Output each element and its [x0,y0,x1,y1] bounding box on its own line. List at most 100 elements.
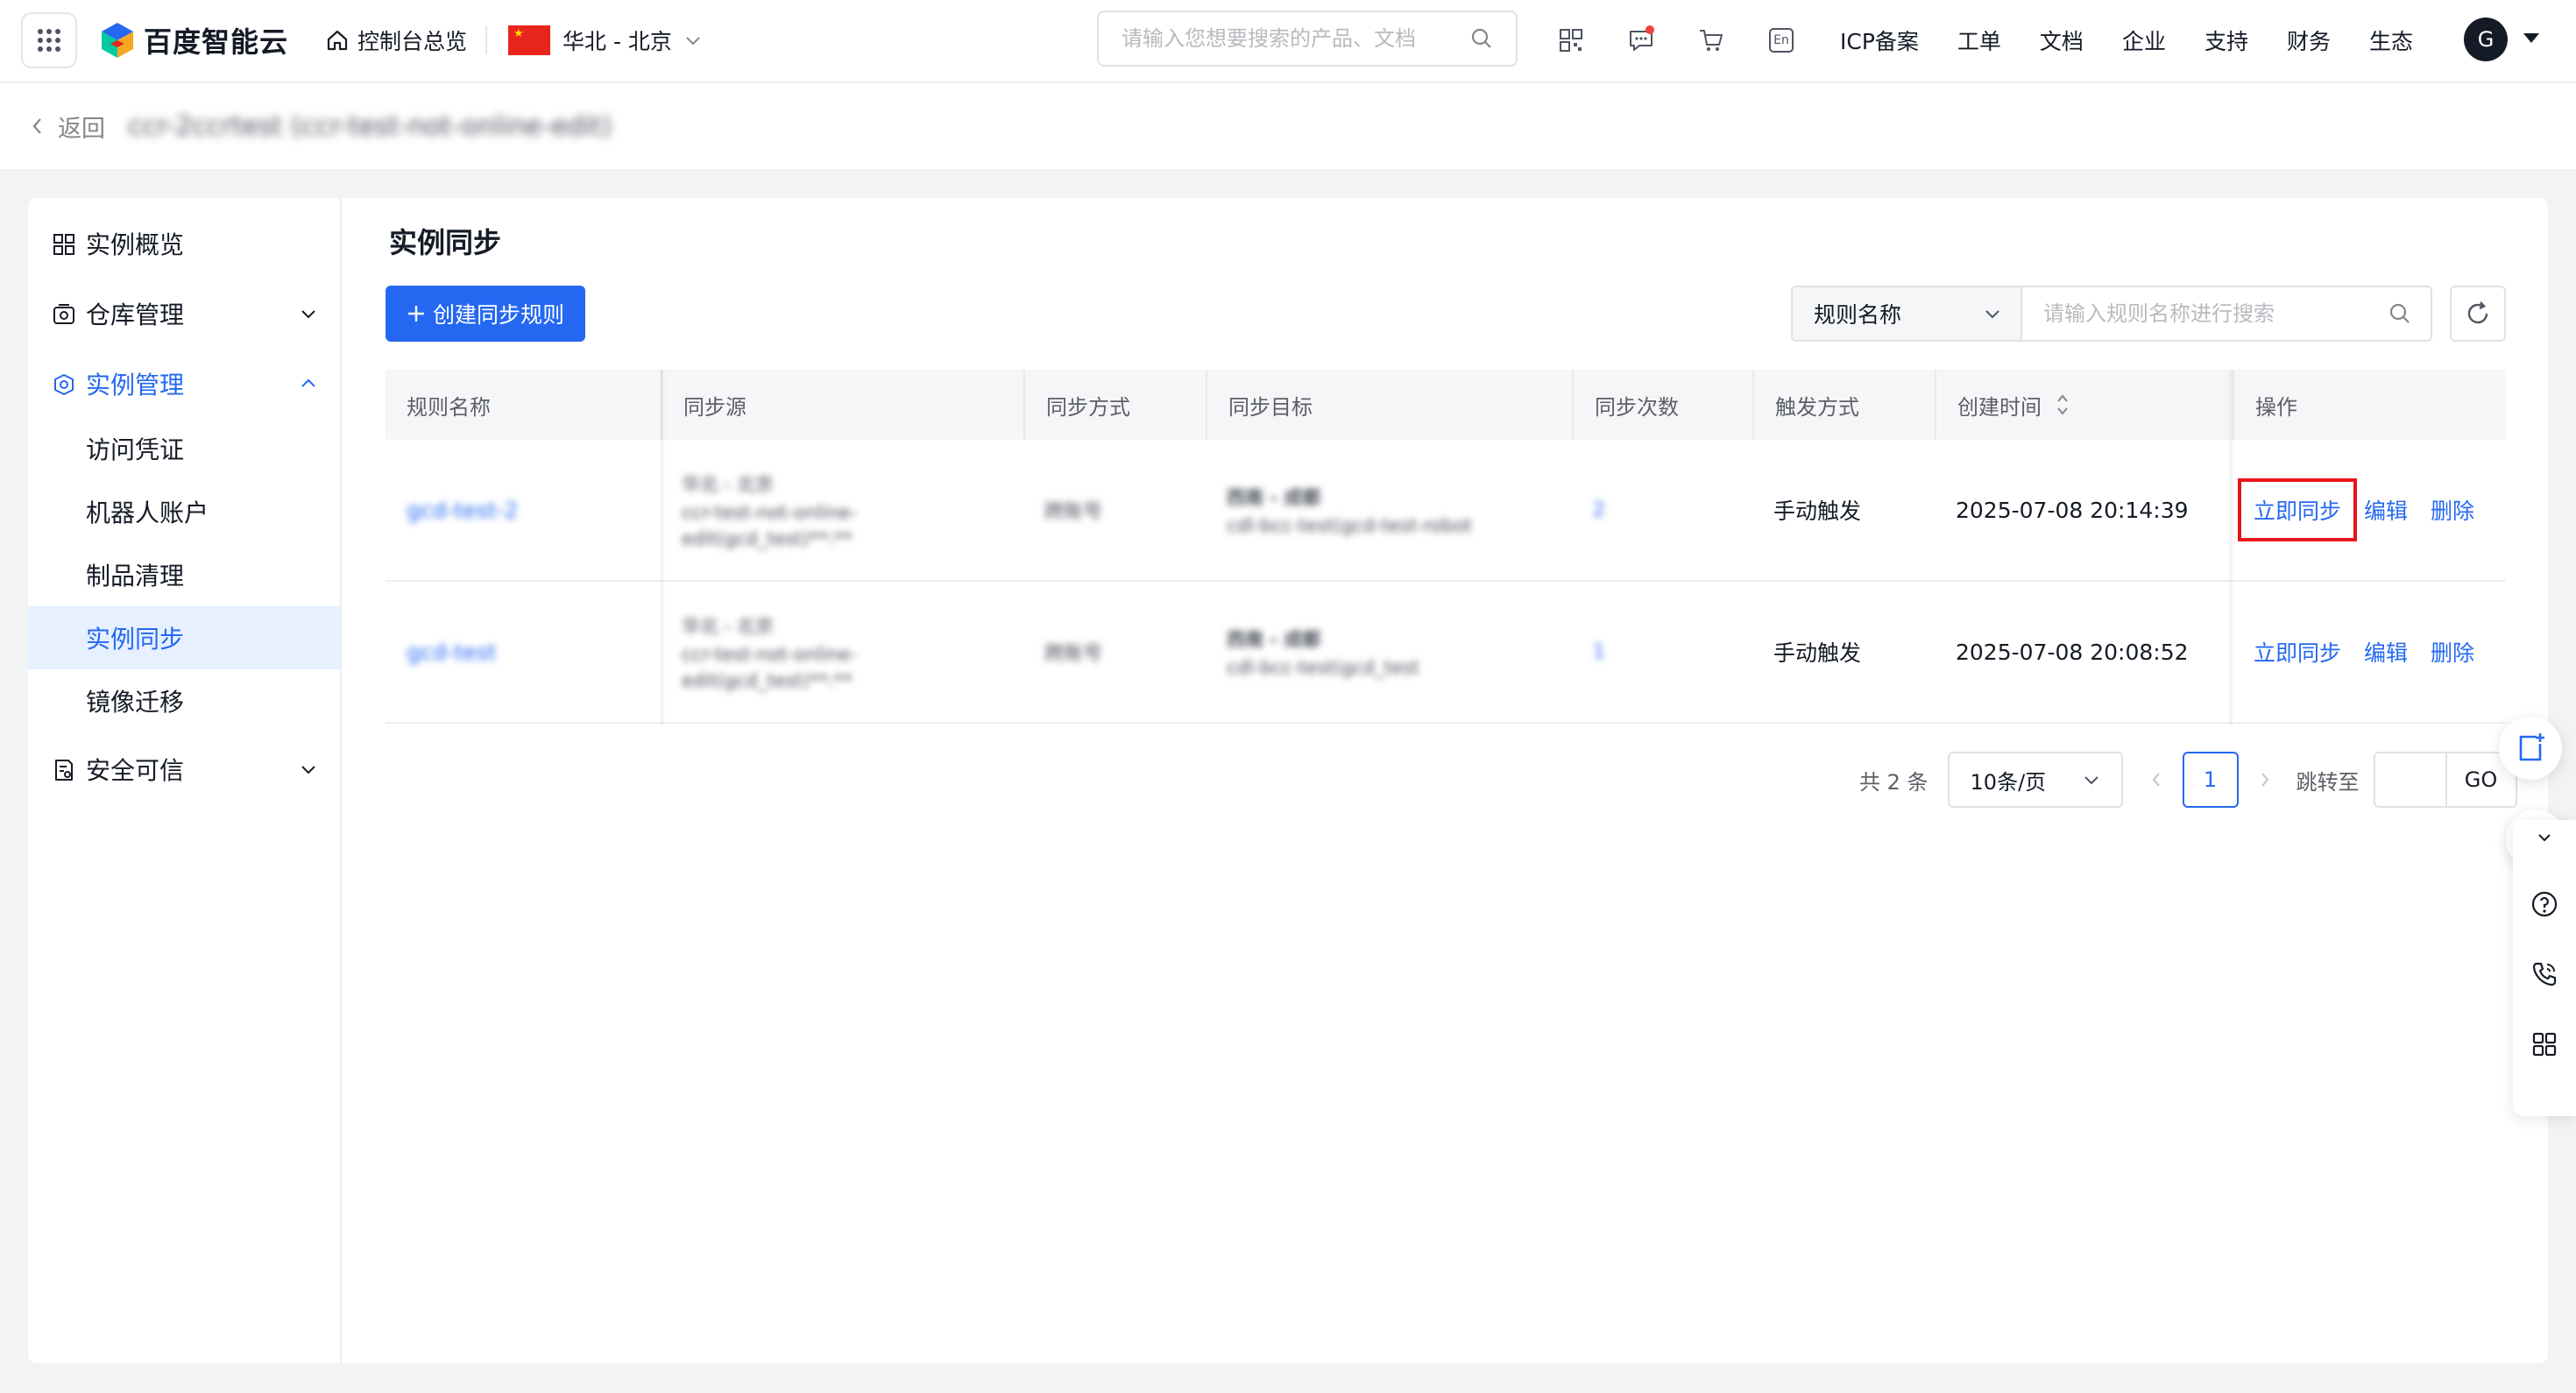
apps-button[interactable] [2513,1013,2576,1076]
sync-method-cell: 跨账号 [1044,643,1103,665]
sidebar-item-label: 实例概览 [86,230,185,259]
page-number-button[interactable]: 1 [2182,752,2239,808]
sidebar-item-label: 实例同步 [86,625,185,654]
refresh-icon [2467,301,2488,324]
create-sync-rule-button[interactable]: 创建同步规则 [386,286,585,342]
region-label: 华北 - 北京 [563,29,672,54]
chevron-left-icon [32,118,41,134]
operations-cell: 立即同步 编辑 删除 [2233,440,2506,580]
column-header-sync-count: 同步次数 [1572,370,1752,440]
top-link-enterprise[interactable]: 企业 [2122,25,2166,56]
rule-name-link[interactable]: gcd-test-2 [386,440,661,580]
sync-now-button[interactable]: 立即同步 [2254,636,2341,668]
sidebar-item-label: 安全可信 [86,756,185,785]
chevron-right-icon [2261,773,2268,787]
jump-label: 跳转至 [2296,769,2360,795]
global-search-input[interactable] [1122,26,1463,51]
edit-button[interactable]: 编辑 [2364,494,2408,526]
top-link-ecosystem[interactable]: 生态 [2369,25,2413,56]
top-link-docs[interactable]: 文档 [2040,25,2084,56]
question-icon [2531,891,2558,917]
document-shield-icon [55,760,73,781]
edit-button[interactable]: 编辑 [2364,636,2408,668]
table-header: 规则名称 同步源 同步方式 同步目标 同步次数 触发方式 创建时间 操作 [386,370,2506,440]
trigger-cell: 手动触发 [1773,640,1862,666]
sidebar-item-artifact-cleanup[interactable]: 制品清理 [28,543,340,606]
sync-target-cell: 西南 - 成都 cdl-bcc-test(gcd-test-robot [1227,487,1472,536]
sidebar-item-access-credentials[interactable]: 访问凭证 [28,417,340,480]
chevron-up-icon [301,378,315,387]
pagination-total: 共 2 条 [1859,769,1928,795]
cart-icon[interactable] [1696,25,1726,55]
column-header-operations: 操作 [2233,370,2506,440]
help-button[interactable] [2513,873,2576,936]
message-icon[interactable] [1626,25,1656,55]
refresh-button[interactable] [2450,286,2506,342]
cube-logo-icon [102,23,133,58]
search-icon[interactable] [2388,302,2411,325]
sidebar-item-repository[interactable]: 仓库管理 [28,282,340,345]
back-button[interactable]: 返回 [30,107,105,145]
grid-dots-icon [38,29,60,52]
console-overview-link[interactable]: 控制台总览 [326,21,467,60]
grid-icon [2532,1032,2557,1057]
sidebar-item-label: 仓库管理 [86,301,185,329]
next-page-button[interactable] [2253,770,2277,789]
avatar[interactable]: G [2464,18,2508,61]
grid-icon [53,234,74,255]
jump-page-input[interactable] [2373,752,2447,808]
chevron-down-icon [301,310,315,319]
page-size-select[interactable]: 10条/页 [1947,752,2123,808]
sidebar-item-instance-overview[interactable]: 实例概览 [28,212,340,275]
app-grid-menu-button[interactable] [21,12,77,68]
sync-count-link[interactable]: 2 [1572,440,1752,580]
avatar-caret-icon[interactable] [2523,33,2539,43]
sidebar-item-label: 制品清理 [86,562,185,590]
sidebar-item-security-trust[interactable]: 安全可信 [28,738,340,801]
filter-field-select[interactable]: 规则名称 [1791,286,2022,342]
language-switch-icon[interactable]: En [1766,25,1796,55]
phone-icon [2532,962,2557,986]
top-link-finance[interactable]: 财务 [2287,25,2331,56]
prev-page-button[interactable] [2144,770,2169,789]
instance-title: ccr-2ccrtest (ccr-test-not-online-edit) [128,110,612,142]
sync-target-cell: 西南 - 成都 cdl-bcc-test(gcd_test [1227,629,1419,678]
sidebar-item-instance-management[interactable]: 实例管理 [28,352,340,415]
chevron-down-icon [2538,834,2551,842]
top-icon-group: En [1556,19,1796,61]
top-navbar: 百度智能云 控制台总览 ★ 华北 - 北京 请输入您想要搜索的产品、文档 En … [0,0,2576,82]
collapse-chevron[interactable] [2513,820,2576,855]
column-header-created-time[interactable]: 创建时间 [1935,370,2233,440]
baidu-cloud-logo[interactable]: 百度智能云 [100,19,288,61]
rule-name-link[interactable]: gcd-test [386,582,661,722]
top-links: ICP备案 工单 文档 企业 支持 财务 生态 [1840,19,2452,61]
divider [485,26,487,54]
global-search[interactable] [1097,11,1518,67]
sidebar-item-robot-accounts[interactable]: 机器人账户 [28,480,340,543]
sidebar-item-label: 机器人账户 [86,499,209,527]
chevron-down-icon [686,37,700,46]
phone-contact-button[interactable] [2513,943,2576,1006]
region-selector[interactable]: ★ 华北 - 北京 [508,19,702,61]
sidebar-item-image-migration[interactable]: 镜像迁移 [28,669,340,732]
top-link-icp[interactable]: ICP备案 [1840,25,1919,56]
delete-button[interactable]: 删除 [2431,636,2474,668]
chevron-down-icon [2084,776,2098,785]
column-header-target: 同步目标 [1206,370,1572,440]
sync-count-link[interactable]: 1 [1572,582,1752,722]
delete-button[interactable]: 删除 [2431,494,2474,526]
filter-select-value: 规则名称 [1814,302,1902,328]
page-size-value: 10条/页 [1970,769,2047,795]
qrcode-icon[interactable] [1556,25,1586,55]
sort-icon[interactable] [2056,392,2070,417]
fixed-column-shadow [2227,370,2233,725]
rule-search-input[interactable] [2043,301,2385,326]
sync-now-button[interactable]: 立即同步 [2237,478,2358,541]
feedback-float-button[interactable] [2499,717,2562,780]
search-icon[interactable] [1470,27,1493,50]
top-link-support[interactable]: 支持 [2204,25,2248,56]
gear-shield-icon [54,374,74,395]
sidebar-item-instance-sync[interactable]: 实例同步 [28,606,340,669]
top-link-ticket[interactable]: 工单 [1957,25,2001,56]
rule-search[interactable] [2020,286,2432,342]
